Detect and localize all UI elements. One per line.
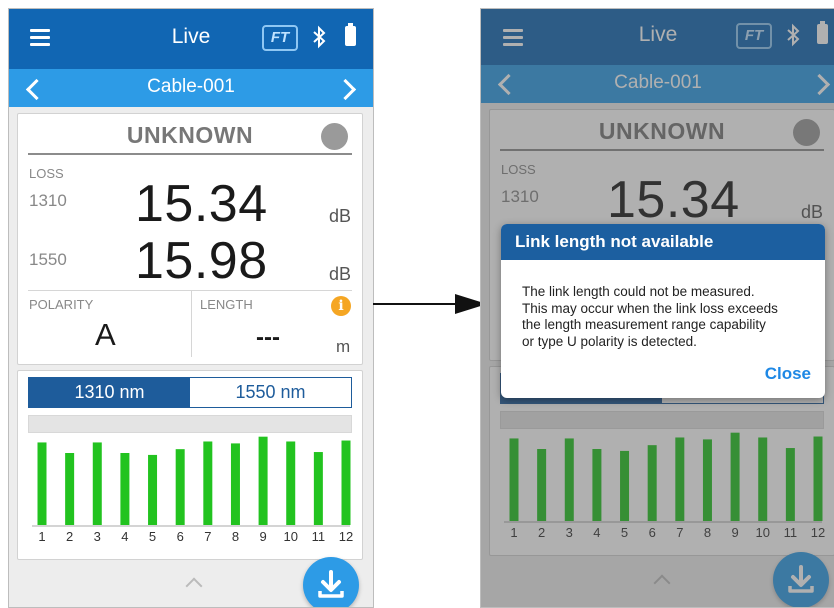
fiber-bar-12[interactable] bbox=[341, 440, 351, 525]
status-indicator-icon bbox=[321, 123, 348, 150]
fiber-bar-2[interactable] bbox=[65, 453, 75, 525]
results-card: UNKNOWN LOSS 1310 15.34 dB 1550 15.98 dB… bbox=[17, 113, 363, 365]
fiber-tick-label-12: 12 bbox=[339, 529, 353, 543]
fiber-bar-7[interactable] bbox=[203, 441, 213, 525]
cable-name: Cable-001 bbox=[147, 76, 235, 97]
loss-unit-1310: dB bbox=[329, 206, 352, 226]
dialog-message-line: or type U polarity is detected. bbox=[522, 333, 697, 349]
left-phone-screen: Live FT Cable-001 UNKNOWN LOSS 1310 15.3… bbox=[8, 8, 374, 608]
transition-arrow-line bbox=[373, 303, 459, 305]
loss-label: LOSS bbox=[29, 166, 64, 181]
loss-unit-1550: dB bbox=[329, 264, 352, 284]
fiber-tick-label-10: 10 bbox=[283, 529, 297, 543]
loss-wavelength-1310: 1310 bbox=[29, 191, 67, 210]
fiber-tick-label-8: 8 bbox=[232, 529, 239, 543]
fiber-bar-4[interactable] bbox=[120, 453, 130, 525]
loss-value-1550: 15.98 bbox=[135, 232, 268, 290]
polarity-label: POLARITY bbox=[29, 297, 94, 312]
dialog-message: The link length could not be measured. T… bbox=[522, 284, 815, 350]
length-unit: m bbox=[336, 337, 351, 356]
dialog-title: Link length not available bbox=[501, 224, 825, 260]
fiber-tick-label-4: 4 bbox=[121, 529, 128, 543]
status-row: UNKNOWN bbox=[18, 114, 362, 154]
fiber-tick-label-6: 6 bbox=[177, 529, 184, 543]
download-button[interactable] bbox=[303, 557, 359, 607]
fiber-tick-label-2: 2 bbox=[66, 529, 73, 543]
polarity-value: A bbox=[95, 317, 116, 352]
tab-1550nm[interactable]: 1550 nm bbox=[190, 378, 351, 407]
link-length-dialog: Link length not available The link lengt… bbox=[501, 224, 825, 398]
fiber-loss-bar-chart: 1 2 3 4 5 6 7 8 9 10 11 12 bbox=[32, 436, 353, 543]
bluetooth-icon bbox=[313, 25, 326, 49]
fiber-tick-label-1: 1 bbox=[38, 529, 45, 543]
ft-icon[interactable]: FT bbox=[262, 25, 298, 51]
fiber-bar-6[interactable] bbox=[175, 449, 185, 525]
fiber-bar-11[interactable] bbox=[313, 452, 323, 525]
fiber-bar-9[interactable] bbox=[258, 436, 268, 525]
loss-wavelength-1550: 1550 bbox=[29, 250, 67, 269]
fiber-tick-label-7: 7 bbox=[204, 529, 211, 543]
fiber-tick-label-3: 3 bbox=[94, 529, 101, 543]
wavelength-tabs: 1310 nm 1550 nm bbox=[28, 377, 352, 408]
loss-value-1310: 15.34 bbox=[135, 175, 268, 233]
info-icon[interactable]: i bbox=[331, 296, 351, 316]
length-label: LENGTH bbox=[200, 297, 253, 312]
column-divider bbox=[191, 291, 192, 357]
divider bbox=[28, 290, 352, 291]
status-label: UNKNOWN bbox=[126, 122, 254, 148]
top-app-bar: Live FT bbox=[9, 9, 373, 69]
fiber-chart-card: 1310 nm 1550 nm 123456789101112 bbox=[17, 370, 363, 560]
fiber-tick-label-9: 9 bbox=[259, 529, 266, 543]
expand-drawer-chevron-icon[interactable] bbox=[185, 577, 203, 595]
length-value: --- bbox=[256, 324, 280, 351]
fiber-bar-3[interactable] bbox=[92, 442, 102, 525]
download-icon bbox=[318, 570, 344, 598]
tab-1310nm[interactable]: 1310 nm bbox=[29, 378, 190, 407]
cable-nav-bar: Cable-001 bbox=[9, 69, 373, 107]
status-divider bbox=[28, 153, 352, 155]
battery-icon bbox=[345, 23, 356, 46]
close-button[interactable]: Close bbox=[765, 364, 811, 384]
fiber-bar-1[interactable] bbox=[37, 442, 47, 525]
chart-progress-bar bbox=[28, 415, 352, 433]
dialog-message-line: the length measurement range capability bbox=[522, 317, 766, 332]
right-phone-screen: Live FT Cable-001 UNKNOWN LOSS 1310 15.3… bbox=[480, 8, 834, 608]
fiber-bar-5[interactable] bbox=[148, 454, 158, 525]
fiber-bar-10[interactable] bbox=[286, 441, 296, 525]
fiber-tick-label-5: 5 bbox=[149, 529, 156, 543]
dialog-message-line: This may occur when the link loss exceed… bbox=[522, 300, 778, 316]
fiber-bar-8[interactable] bbox=[230, 443, 240, 525]
dialog-message-line: The link length could not be measured. bbox=[522, 284, 755, 299]
fiber-tick-label-11: 11 bbox=[312, 529, 326, 543]
